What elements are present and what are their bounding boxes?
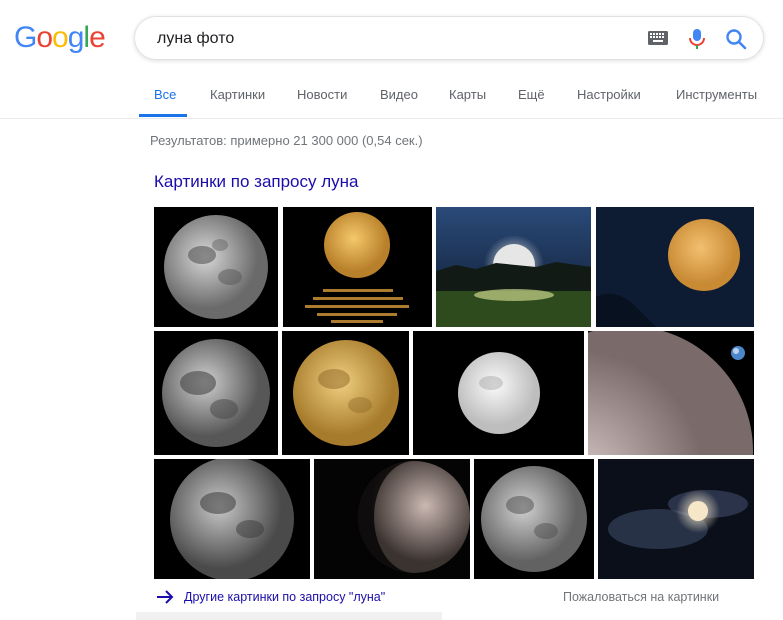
image-thumbnail[interactable] [598, 459, 754, 579]
image-thumbnail[interactable] [283, 207, 432, 327]
image-thumbnail[interactable] [282, 331, 409, 455]
image-thumbnail[interactable] [436, 207, 591, 327]
tab-news[interactable]: Новости [297, 87, 347, 102]
microphone-icon[interactable] [687, 28, 707, 50]
image-thumbnail[interactable] [588, 331, 754, 455]
image-thumbnail[interactable] [413, 331, 584, 455]
result-stats: Результатов: примерно 21 300 000 (0,54 с… [150, 133, 423, 148]
active-tab-indicator [139, 114, 187, 117]
tab-maps[interactable]: Карты [449, 87, 486, 102]
tab-video[interactable]: Видео [380, 87, 418, 102]
image-thumbnail[interactable] [314, 459, 470, 579]
google-logo[interactable]: Google [14, 21, 106, 54]
images-heading[interactable]: Картинки по запросу луна [154, 172, 359, 192]
logo-letter: g [67, 21, 85, 54]
more-images-label[interactable]: Другие картинки по запросу "луна" [184, 590, 385, 604]
search-icon[interactable] [725, 28, 747, 50]
arrow-right-icon [157, 590, 174, 604]
image-thumbnail[interactable] [154, 331, 278, 455]
more-images-link[interactable]: Другие картинки по запросу "луна" [156, 588, 385, 606]
logo-letter: G [14, 21, 37, 54]
logo-letter: e [89, 21, 106, 54]
tab-tools[interactable]: Инструменты [676, 87, 757, 102]
tab-more[interactable]: Ещё [518, 87, 545, 102]
logo-letter: o [36, 21, 53, 54]
tab-all[interactable]: Все [154, 87, 176, 102]
image-thumbnail[interactable] [154, 459, 310, 579]
search-box[interactable] [134, 16, 764, 61]
logo-letter: o [52, 21, 69, 54]
image-thumbnail[interactable] [596, 207, 754, 327]
search-tabs: Все Картинки Новости Видео Карты Ещё Нас… [0, 80, 783, 119]
search-input[interactable] [155, 17, 619, 61]
image-thumbnail[interactable] [154, 207, 278, 327]
tab-images[interactable]: Картинки [210, 87, 265, 102]
tab-settings[interactable]: Настройки [577, 87, 641, 102]
report-images-link[interactable]: Пожаловаться на картинки [563, 590, 719, 604]
image-thumbnail[interactable] [474, 459, 594, 579]
section-divider [136, 612, 442, 620]
keyboard-icon[interactable] [648, 31, 668, 45]
